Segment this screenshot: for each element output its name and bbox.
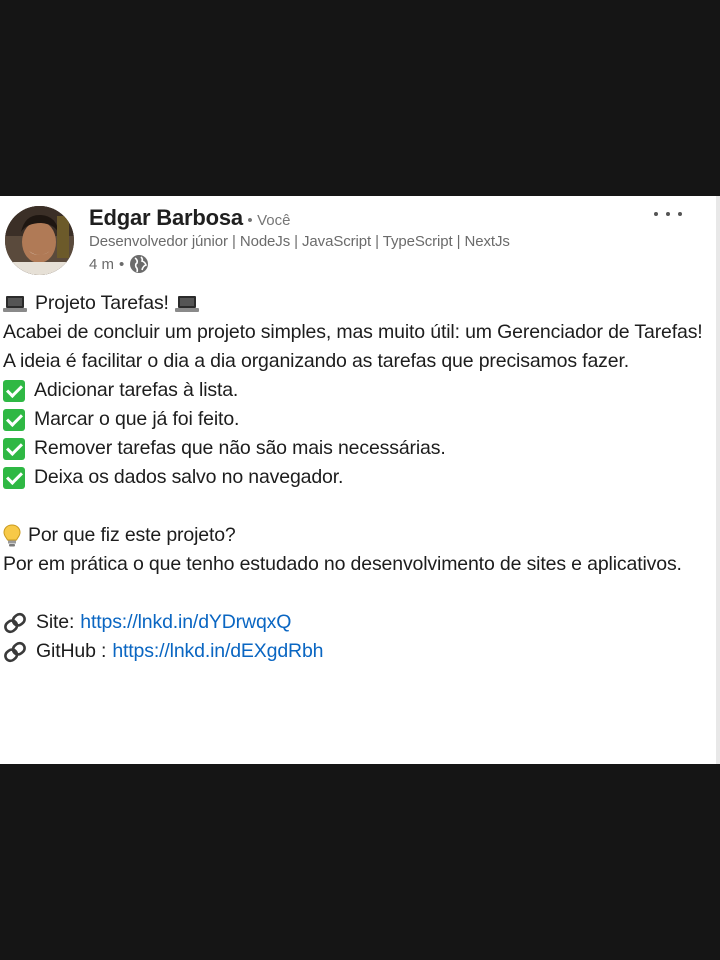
globe-icon: [130, 255, 149, 273]
post-time: 4 m: [89, 255, 115, 273]
post-title-line: Projeto Tarefas!: [3, 289, 703, 318]
post-meta: 4 m •: [89, 254, 149, 274]
author-line: Edgar Barbosa • Você: [89, 205, 290, 231]
feature-item: Adicionar tarefas à lista.: [3, 376, 703, 405]
feature-item: Marcar o que já foi feito.: [3, 405, 703, 434]
link-icon: [4, 612, 26, 633]
link-line-site: Site: https://lnkd.in/dYDrwqxQ: [3, 608, 703, 637]
light-bulb-icon: [3, 523, 21, 546]
more-options-button[interactable]: [654, 204, 682, 224]
laptop-icon: [174, 295, 199, 312]
github-link[interactable]: https://lnkd.in/dEXgdRbh: [112, 637, 323, 666]
site-link[interactable]: https://lnkd.in/dYDrwqxQ: [80, 608, 291, 637]
avatar[interactable]: [5, 206, 74, 275]
feature-text: Remover tarefas que não são mais necessá…: [34, 437, 446, 459]
time-separator: •: [119, 255, 125, 273]
link-line-github: GitHub : https://lnkd.in/dEXgdRbh: [3, 637, 703, 666]
site-label: Site:: [36, 611, 75, 633]
check-mark-icon: [3, 408, 25, 431]
laptop-icon: [3, 295, 27, 312]
check-mark-icon: [3, 466, 25, 489]
avatar-image: [5, 206, 74, 275]
post-card: Edgar Barbosa • Você Desenvolvedor júnio…: [0, 196, 720, 764]
post-header: Edgar Barbosa • Você Desenvolvedor júnio…: [0, 196, 716, 284]
feature-text: Deixa os dados salvo no navegador.: [34, 466, 344, 488]
feature-item: Remover tarefas que não são mais necessá…: [3, 434, 703, 463]
check-mark-icon: [3, 437, 25, 460]
check-mark-icon: [3, 379, 25, 402]
post-body: Projeto Tarefas! Acabei de concluir um p…: [3, 289, 703, 666]
github-label: GitHub :: [36, 640, 107, 662]
why-title: Por que fiz este projeto?: [28, 524, 236, 546]
more-options-icon: [654, 212, 658, 216]
link-icon: [4, 641, 26, 662]
feature-item: Deixa os dados salvo no navegador.: [3, 463, 703, 492]
author-headline: Desenvolvedor júnior | NodeJs | JavaScri…: [89, 233, 510, 250]
post-title: Projeto Tarefas!: [35, 292, 169, 314]
why-title-line: Por que fiz este projeto?: [3, 521, 703, 550]
feature-text: Marcar o que já foi feito.: [34, 408, 240, 430]
why-text: Por em prática o que tenho estudado no d…: [3, 553, 682, 575]
connection-degree: Você: [257, 212, 291, 229]
feature-text: Adicionar tarefas à lista.: [34, 379, 239, 401]
separator-dot: •: [247, 212, 253, 229]
author-name[interactable]: Edgar Barbosa: [89, 205, 243, 230]
post-intro: Acabei de concluir um projeto simples, m…: [3, 321, 703, 372]
